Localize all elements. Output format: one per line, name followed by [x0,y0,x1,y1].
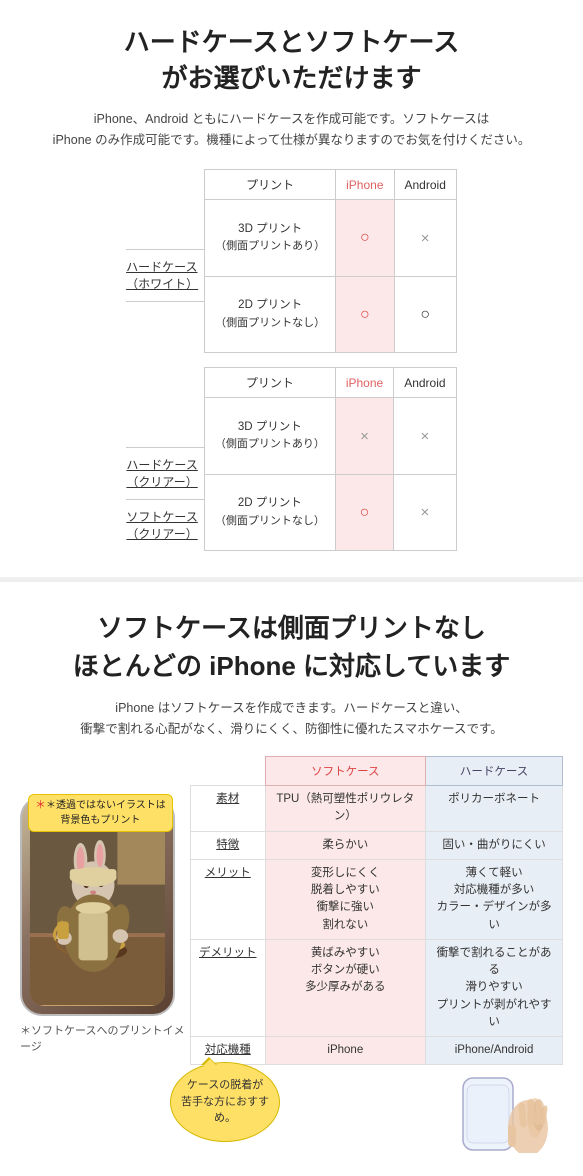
comp-row-soft: 黄ばみやすいボタンが硬い多少厚みがある [265,939,426,1036]
phone-caption: ＊ソフトケースへのプリントイメージ [20,1022,190,1054]
note-badge-star: ＊ [35,799,46,811]
table2-row-labels: ハードケース（クリアー） ソフトケース（クリアー） [126,409,203,551]
table1-col-print: プリント [205,170,336,200]
table1-row1-iphone: ○ [336,200,394,277]
comp-row-soft: 変形しにくく脱着しやすい衝撃に強い割れない [265,859,426,939]
comp-row-hard: 固い・曲がりにくい [426,831,563,859]
table1-wrapper: ハードケース（ホワイト） プリント iPhone Android 3D プリント… [20,169,563,353]
table2-row1-print: 3D プリント（側面プリントあり） [204,398,335,475]
table2-col-android: Android [394,368,456,398]
table-row: 2D プリント（側面プリントなし） ○ ○ [205,276,457,353]
comp-table-row: 特徴 柔らかい 固い・曲がりにくい [191,831,563,859]
note-badge: ＊＊透過ではないイラストは 背景色もプリント [28,794,173,831]
callout-bubble: ケースの脱着が苦手な方におすすめ。 [170,1062,280,1142]
table1-row2-iphone: ○ [336,276,394,353]
table2-row1-iphone: × [335,398,393,475]
section1-desc: iPhone、Android ともにハードケースを作成可能です。ソフトケースは … [20,109,563,152]
comp-row-hard: iPhone/Android [426,1037,563,1065]
phone-screen [30,806,165,1006]
table1-row2-print: 2D プリント（側面プリントなし） [205,276,336,353]
note-badge-text2: 背景色もプリント [60,815,140,826]
table1-row2-android: ○ [394,276,456,353]
table2-row2-iphone: ○ [335,474,393,551]
rabbit-painting-svg [30,806,165,1006]
table-row: 2D プリント（側面プリントなし） ○ × [204,474,456,551]
comp-row-label: メリット [191,859,266,939]
comp-row-hard: ポリカーボネート [426,786,563,832]
comp-row-soft: iPhone [265,1037,426,1065]
callout-text: ケースの脱着が苦手な方におすすめ。 [171,1077,279,1127]
clear-phone-svg [443,1073,553,1153]
table2-row1-android: × [394,398,456,475]
comp-row-hard: 衝撃で割れることがある滑りやすいプリントが剥がれやすい [426,939,563,1036]
table2-row2-print: 2D プリント（側面プリントなし） [204,474,335,551]
section1-title: ハードケースとソフトケースがお選びいただけます [20,24,563,97]
table2-wrapper: ハードケース（クリアー） ソフトケース（クリアー） プリント iPhone An… [20,367,563,551]
comp-row-label: 特徴 [191,831,266,859]
comp-table-row: 対応機種 iPhone iPhone/Android [191,1037,563,1065]
comp-header-soft: ソフトケース [265,757,426,786]
phone-image-col: ＊＊透過ではないイラストは 背景色もプリント [20,756,190,1152]
section2: ソフトケースは側面プリントなしほとんどの iPhone に対応しています iPh… [0,580,583,1176]
comp-row-soft: 柔らかい [265,831,426,859]
table2: プリント iPhone Android 3D プリント（側面プリントあり） × … [204,367,457,551]
comp-table-row: デメリット 黄ばみやすいボタンが硬い多少厚みがある 衝撃で割れることがある滑りや… [191,939,563,1036]
table1-row-labels: ハードケース（ホワイト） [126,211,204,353]
table2-col-iphone: iPhone [335,368,393,398]
table1-row1-print: 3D プリント（側面プリントあり） [205,200,336,277]
table1-label1: ハードケース（ホワイト） [126,259,198,293]
comp-header-hard: ハードケース [426,757,563,786]
note-badge-text1: ＊透過ではないイラストは [46,800,166,811]
comp-table-row: 素材 TPU（熱可塑性ポリウレタン） ポリカーボネート [191,786,563,832]
comp-row-hard: 薄くて軽い対応機種が多いカラー・デザインが多い [426,859,563,939]
section1: ハードケースとソフトケースがお選びいただけます iPhone、Android と… [0,0,583,577]
table1-col-android: Android [394,170,456,200]
table2-label1: ハードケース（クリアー） [126,457,197,491]
table-row: 3D プリント（側面プリントあり） × × [204,398,456,475]
comp-table-row: メリット 変形しにくく脱着しやすい衝撃に強い割れない 薄くて軽い対応機種が多いカ… [191,859,563,939]
table2-col-print: プリント [204,368,335,398]
table2-row2-android: × [394,474,456,551]
comp-row-label: 素材 [191,786,266,832]
table1-col-iphone: iPhone [336,170,394,200]
comparison-table: ソフトケース ハードケース 素材 TPU（熱可塑性ポリウレタン） ポリカーボネー… [190,756,563,1065]
section2-title: ソフトケースは側面プリントなしほとんどの iPhone に対応しています [20,610,563,685]
table-row: 3D プリント（側面プリントあり） ○ × [205,200,457,277]
table2-label2: ソフトケース（クリアー） [126,509,197,543]
bottom-area: ＊＊透過ではないイラストは 背景色もプリント [20,756,563,1156]
comp-row-label: デメリット [191,939,266,1036]
table1-row1-android: × [394,200,456,277]
comp-row-soft: TPU（熱可塑性ポリウレタン） [265,786,426,832]
section2-desc: iPhone はソフトケースを作成できます。ハードケースと違い、 衝撃で割れる心… [20,698,563,741]
table1: プリント iPhone Android 3D プリント（側面プリントあり） ○ … [204,169,457,353]
